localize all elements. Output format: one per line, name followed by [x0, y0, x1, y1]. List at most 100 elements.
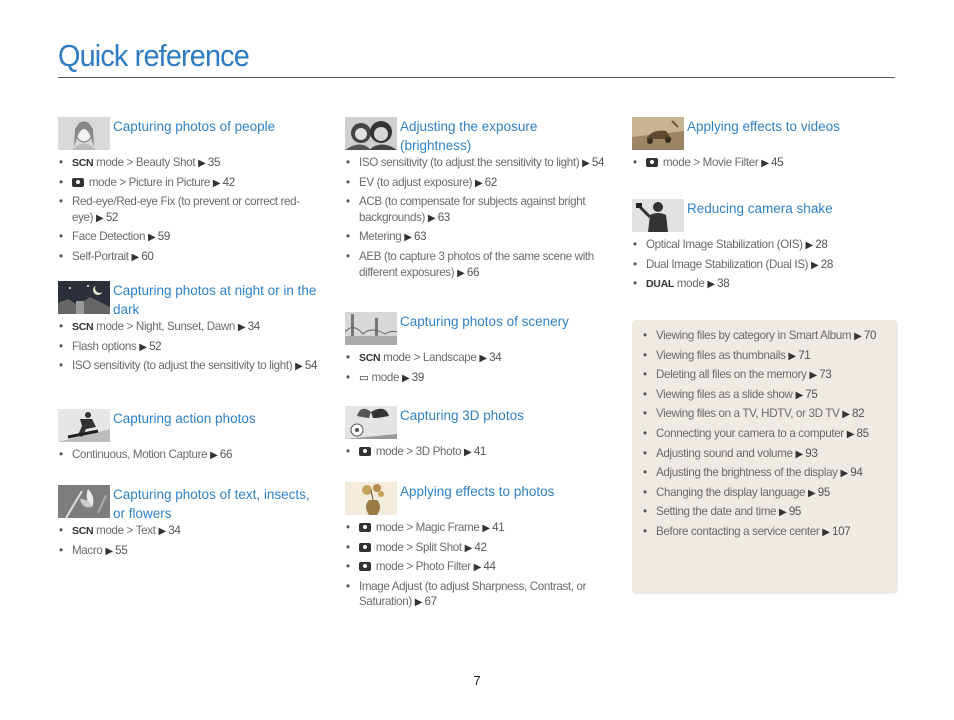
section-title: Applying effects to photos: [400, 484, 555, 499]
page-reference-link[interactable]: 42: [223, 176, 236, 189]
item-text: mode > 3D Photo: [373, 445, 465, 458]
page-reference-link[interactable]: 34: [248, 320, 261, 333]
item-text: ISO sensitivity (to adjust the sensitivi…: [359, 156, 583, 169]
arrow-icon: ▶: [482, 523, 493, 534]
page-reference-link[interactable]: 75: [805, 388, 818, 401]
arrow-icon: ▶: [582, 158, 592, 169]
item-text: Image Adjust (to adjust Sharpness, Contr…: [359, 579, 587, 609]
page-reference-link[interactable]: 35: [208, 156, 221, 169]
page-reference-link[interactable]: 39: [412, 371, 425, 384]
item-list: mode > Magic Frame ▶ 41 mode > Split Sho…: [345, 520, 607, 611]
page-reference-link[interactable]: 34: [489, 351, 502, 364]
page-reference-link[interactable]: 28: [821, 258, 834, 271]
item-text: mode: [673, 277, 708, 291]
page-reference-link[interactable]: 73: [819, 368, 832, 381]
list-item: Image Adjust (to adjust Sharpness, Contr…: [345, 579, 607, 611]
list-item: mode > Photo Filter ▶ 44: [345, 559, 607, 576]
list-item: ▭ mode ▶ 39: [345, 370, 607, 387]
page-number: 7: [473, 673, 481, 688]
arrow-icon: ▶: [210, 450, 220, 461]
list-item: Optical Image Stabilization (OIS) ▶ 28: [632, 237, 898, 254]
list-item: Connecting your camera to a computer ▶ 8…: [642, 426, 890, 443]
exposure-thumbnail: [345, 117, 397, 150]
section-title: Capturing 3D photos: [400, 408, 524, 423]
arrow-icon: ▶: [414, 597, 425, 609]
list-item: mode > Picture in Picture ▶ 42: [58, 175, 320, 192]
page-title: Quick reference: [58, 38, 250, 73]
list-item: Self-Portrait ▶ 60: [58, 249, 320, 266]
page-reference-link[interactable]: 66: [220, 448, 233, 461]
list-item: Deleting all files on the memory ▶ 73: [642, 367, 890, 384]
section-title: Capturing photos of scenery: [400, 314, 569, 329]
arrow-icon: ▶: [147, 232, 158, 244]
page-reference-link[interactable]: 38: [717, 277, 730, 290]
item-text: Adjusting the brightness of the display: [656, 466, 841, 480]
title-divider: [58, 77, 895, 78]
section-shake: Reducing camera shake Optical Image Stab…: [632, 199, 898, 296]
page-reference-link[interactable]: 54: [592, 156, 605, 169]
item-text: mode > Beauty Shot: [93, 156, 199, 169]
item-text: Self-Portrait: [72, 249, 132, 263]
page-reference-link[interactable]: 55: [115, 544, 128, 557]
page-reference-link[interactable]: 42: [474, 541, 487, 554]
page-reference-link[interactable]: 60: [141, 250, 154, 263]
item-list: Continuous, Motion Capture ▶ 66: [58, 447, 320, 464]
arrow-icon: ▶: [807, 487, 818, 499]
page-reference-link[interactable]: 66: [467, 266, 480, 279]
other-topics-list: Viewing files by category in Smart Album…: [632, 320, 898, 541]
list-item: Changing the display language ▶ 95: [642, 485, 890, 502]
list-item: Continuous, Motion Capture ▶ 66: [58, 447, 320, 464]
page-reference-link[interactable]: 41: [474, 445, 487, 458]
arrow-icon: ▶: [473, 562, 484, 574]
page-reference-link[interactable]: 71: [798, 349, 811, 362]
page-reference-link[interactable]: 63: [414, 230, 427, 243]
page-reference-link[interactable]: 62: [485, 176, 498, 189]
arrow-icon: ▶: [809, 370, 820, 382]
page-reference-link[interactable]: 28: [815, 238, 828, 251]
page-reference-link[interactable]: 95: [789, 505, 802, 518]
arrow-icon: ▶: [96, 212, 106, 224]
scene-mode-icon: SCN: [72, 525, 94, 537]
page-reference-link[interactable]: 82: [852, 407, 865, 420]
arrow-icon: ▶: [198, 158, 208, 169]
item-list: Optical Image Stabilization (OIS) ▶ 28Du…: [632, 237, 898, 293]
section-effects-videos: Applying effects to videos mode > Movie …: [632, 117, 898, 175]
section-people: Capturing photos of people SCN mode > Be…: [58, 117, 320, 269]
item-text: Viewing files on a TV, HDTV, or 3D TV: [656, 407, 843, 421]
page-reference-link[interactable]: 52: [149, 340, 162, 353]
page-reference-link[interactable]: 52: [106, 211, 119, 224]
list-item: AEB (to capture 3 photos of the same sce…: [345, 249, 607, 281]
list-item: Metering ▶ 63: [345, 229, 607, 246]
page-reference-link[interactable]: 95: [818, 486, 831, 499]
page-reference-link[interactable]: 70: [864, 329, 877, 342]
camera-mode-icon: [359, 523, 371, 532]
page-reference-link[interactable]: 34: [168, 524, 181, 537]
arrow-icon: ▶: [479, 353, 490, 364]
section-effects-photos: Applying effects to photos mode > Magic …: [345, 482, 607, 614]
page-reference-link[interactable]: 94: [850, 466, 863, 479]
item-text: Viewing files as thumbnails: [656, 348, 789, 362]
item-list: mode > Movie Filter ▶ 45: [632, 155, 898, 172]
page-reference-link[interactable]: 45: [771, 156, 784, 169]
page-reference-link[interactable]: 54: [305, 359, 318, 372]
night-thumbnail: [58, 281, 110, 314]
page-reference-link[interactable]: 41: [492, 521, 505, 534]
dual-is-mode-icon: DUAL: [646, 278, 674, 291]
arrow-icon: ▶: [158, 526, 169, 537]
list-item: mode > 3D Photo ▶ 41: [345, 444, 607, 461]
item-text: Before contacting a service center: [656, 524, 823, 538]
page-reference-link[interactable]: 85: [856, 427, 869, 440]
arrow-icon: ▶: [707, 279, 718, 291]
flower-thumbnail: [58, 485, 110, 518]
page-reference-link[interactable]: 107: [832, 525, 851, 538]
page-reference-link[interactable]: 59: [158, 230, 171, 243]
page-reference-link[interactable]: 67: [425, 595, 438, 608]
arrow-icon: ▶: [427, 212, 438, 224]
item-text: EV (to adjust exposure): [359, 175, 475, 189]
page-reference-link[interactable]: 93: [805, 447, 818, 460]
page-reference-link[interactable]: 63: [438, 211, 451, 224]
item-text: mode > Split Shot: [373, 540, 465, 554]
item-text: Setting the date and time: [656, 505, 780, 519]
section-text: Capturing photos of text, insects, or fl…: [58, 485, 320, 562]
page-reference-link[interactable]: 44: [483, 560, 496, 573]
